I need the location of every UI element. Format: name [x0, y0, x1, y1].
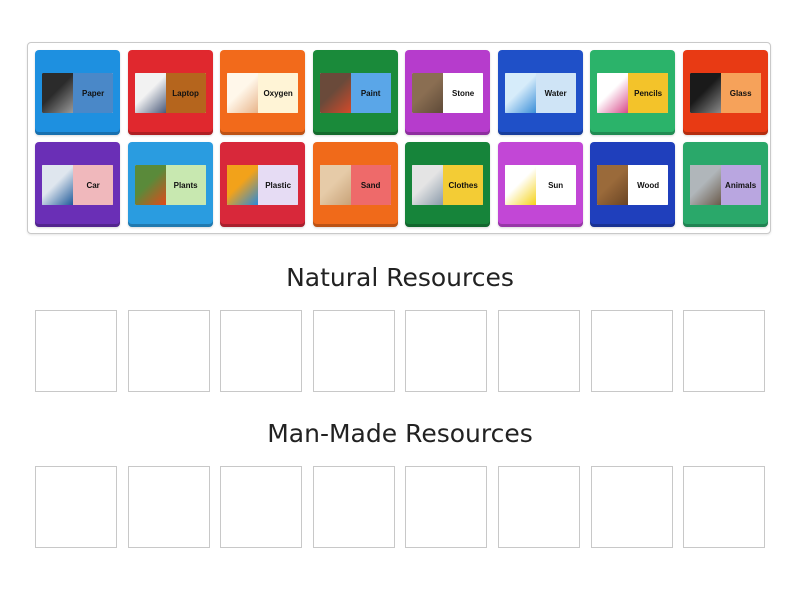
- tile-card: Water: [504, 73, 576, 113]
- tile-label: Laptop: [165, 73, 206, 113]
- drop-slot[interactable]: [497, 310, 580, 392]
- laptop-icon: [134, 73, 166, 113]
- tile-stone[interactable]: Stone: [405, 50, 490, 135]
- tomato-plant-icon: [134, 165, 166, 205]
- tile-label: Sand: [350, 165, 391, 205]
- tile-grid: Paper Laptop Oxygen Paint Stone Water Pencils G…: [35, 50, 768, 227]
- tile-card: Sand: [319, 165, 391, 205]
- drop-slot[interactable]: [220, 310, 303, 392]
- tile-label: Oxygen: [258, 73, 298, 113]
- tile-label: Car: [73, 165, 113, 205]
- tile-label: Animals: [720, 165, 761, 205]
- drop-slot[interactable]: [35, 310, 117, 392]
- tile-card: Laptop: [134, 73, 206, 113]
- tile-water[interactable]: Water: [497, 50, 583, 135]
- tile-label: Paint: [350, 73, 391, 113]
- drop-slot[interactable]: [683, 466, 766, 548]
- tile-label: Paper: [73, 73, 113, 113]
- tile-paint[interactable]: Paint: [312, 50, 398, 135]
- tile-card: Pencils: [597, 73, 668, 113]
- tile-card: Glass: [689, 73, 761, 113]
- tile-plants[interactable]: Plants: [127, 142, 213, 227]
- sun-icon: [504, 165, 536, 205]
- group-heading-natural: Natural Resources: [286, 263, 514, 292]
- tile-card: Animals: [689, 165, 761, 205]
- clothes-icon: [412, 165, 444, 205]
- drop-slot[interactable]: [497, 466, 580, 548]
- tile-label: Wood: [628, 165, 668, 205]
- drop-slot[interactable]: [405, 466, 488, 548]
- natural-resources-drop-zone: [35, 310, 766, 392]
- tile-sun[interactable]: Sun: [497, 142, 583, 227]
- drop-slot[interactable]: [590, 310, 673, 392]
- tile-label: Sun: [535, 165, 576, 205]
- drop-slot[interactable]: [590, 466, 673, 548]
- tile-card: Oxygen: [227, 73, 298, 113]
- tile-label: Plastic: [258, 165, 298, 205]
- water-icon: [504, 73, 536, 113]
- tile-glass[interactable]: Glass: [682, 50, 768, 135]
- sand-icon: [319, 165, 351, 205]
- stone-icon: [412, 73, 444, 113]
- tile-oxygen[interactable]: Oxygen: [220, 50, 305, 135]
- paint-palette-icon: [319, 73, 351, 113]
- tile-sand[interactable]: Sand: [312, 142, 398, 227]
- tile-label: Plants: [165, 165, 206, 205]
- tile-card: Plastic: [227, 165, 298, 205]
- drop-slot[interactable]: [35, 466, 117, 548]
- wood-icon: [597, 165, 629, 205]
- tile-label: Stone: [443, 73, 483, 113]
- tile-paper[interactable]: Paper: [35, 50, 120, 135]
- glass-icon: [689, 73, 721, 113]
- tile-card: Car: [42, 165, 113, 205]
- paper-stack-icon: [42, 73, 74, 113]
- tile-label: Clothes: [443, 165, 483, 205]
- group-heading-man-made: Man-Made Resources: [267, 419, 533, 448]
- animals-icon: [689, 165, 721, 205]
- tile-car[interactable]: Car: [35, 142, 120, 227]
- tile-label: Glass: [720, 73, 761, 113]
- tile-card: Paint: [319, 73, 391, 113]
- pencils-icon: [597, 73, 629, 113]
- tile-animals[interactable]: Animals: [682, 142, 768, 227]
- man-made-resources-drop-zone: [35, 466, 766, 548]
- tile-label: Pencils: [628, 73, 668, 113]
- breathing-icon: [227, 73, 259, 113]
- plastic-toys-icon: [227, 165, 259, 205]
- drop-slot[interactable]: [127, 466, 210, 548]
- drop-slot[interactable]: [312, 310, 395, 392]
- tile-plastic[interactable]: Plastic: [220, 142, 305, 227]
- tile-tray: Paper Laptop Oxygen Paint Stone Water Pencils G…: [27, 42, 771, 234]
- tile-clothes[interactable]: Clothes: [405, 142, 490, 227]
- car-icon: [42, 165, 74, 205]
- tile-laptop[interactable]: Laptop: [127, 50, 213, 135]
- tile-card: Sun: [504, 165, 576, 205]
- drop-slot[interactable]: [220, 466, 303, 548]
- drop-slot[interactable]: [683, 310, 766, 392]
- drop-slot[interactable]: [127, 310, 210, 392]
- tile-card: Clothes: [412, 165, 483, 205]
- tile-card: Plants: [134, 165, 206, 205]
- tile-wood[interactable]: Wood: [590, 142, 675, 227]
- tile-label: Water: [535, 73, 576, 113]
- tile-card: Wood: [597, 165, 668, 205]
- tile-pencils[interactable]: Pencils: [590, 50, 675, 135]
- drop-slot[interactable]: [405, 310, 488, 392]
- tile-card: Stone: [412, 73, 483, 113]
- drop-slot[interactable]: [312, 466, 395, 548]
- tile-card: Paper: [42, 73, 113, 113]
